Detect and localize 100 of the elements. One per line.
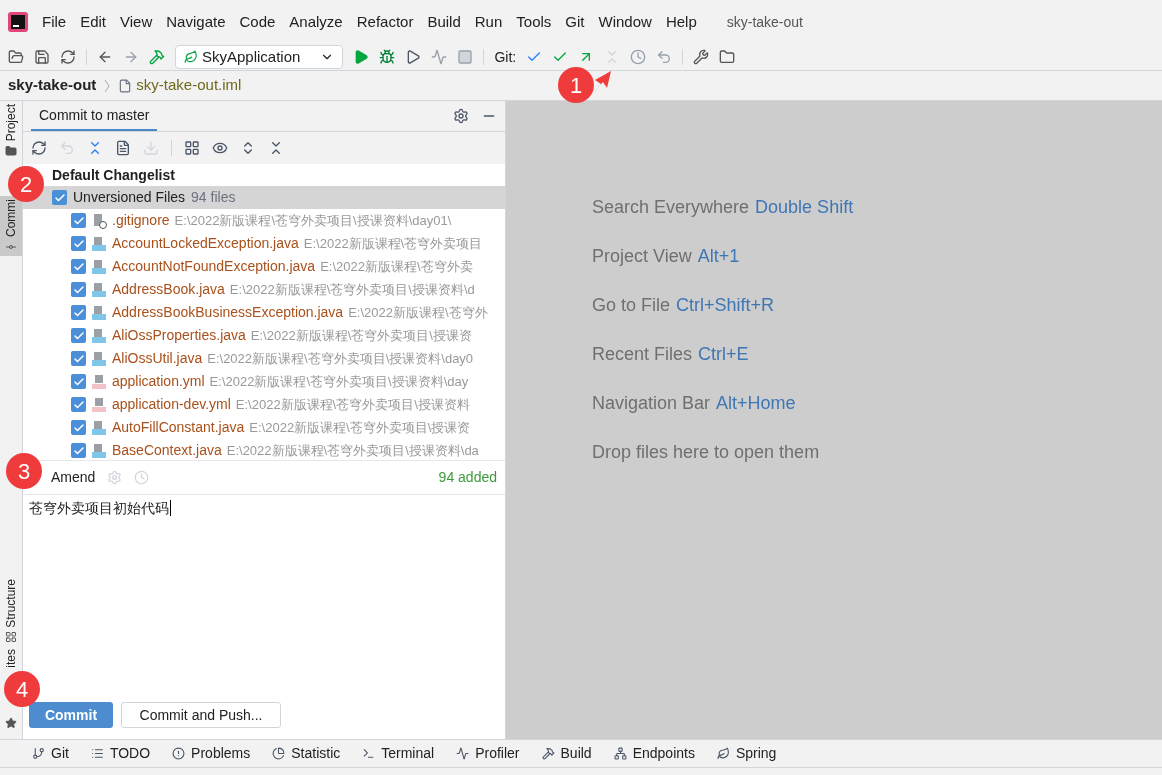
file-name[interactable]: AliOssProperties.java xyxy=(112,325,246,346)
file-name[interactable]: .gitignore xyxy=(112,210,170,231)
file-name[interactable]: AliOssUtil.java xyxy=(112,348,203,369)
menu-item[interactable]: Run xyxy=(474,10,503,34)
save-icon[interactable] xyxy=(34,49,50,65)
checkbox[interactable] xyxy=(71,420,86,435)
tool-tab[interactable]: Terminal xyxy=(381,743,435,764)
menu-item[interactable]: Navigate xyxy=(166,10,226,34)
menu-item[interactable]: File xyxy=(42,10,67,34)
file-icon xyxy=(118,78,133,93)
stop-icon[interactable] xyxy=(457,49,474,65)
amend-label[interactable]: Amend xyxy=(51,467,96,488)
file-name[interactable]: application.yml xyxy=(112,371,205,392)
file-name[interactable]: AccountLockedException.java xyxy=(112,233,299,254)
side-tab[interactable]: Project xyxy=(0,101,22,161)
tool-tab[interactable]: TODO xyxy=(109,743,151,764)
rollback-icon[interactable] xyxy=(656,49,673,65)
checkbox[interactable] xyxy=(71,397,86,412)
hammer-icon[interactable] xyxy=(149,49,165,65)
file-name[interactable]: AddressBookBusinessException.java xyxy=(112,302,344,323)
run-icon[interactable] xyxy=(353,49,370,65)
file-path: E:\2022新版课程\苍穹外卖项目\授课资料\day xyxy=(209,372,469,391)
group-icon[interactable] xyxy=(184,140,200,156)
commit-button[interactable]: Commit xyxy=(29,702,113,728)
group-label[interactable]: Unversioned Files xyxy=(73,187,186,208)
yaml-file-icon xyxy=(91,373,107,390)
shortcut-text: Ctrl+Shift+R xyxy=(676,294,775,317)
java-file-icon xyxy=(91,281,107,298)
file-path: E:\2022新版课程\苍穹外卖项目\授课资料 xyxy=(235,395,470,414)
menu-item[interactable]: Edit xyxy=(80,10,107,34)
forward-icon[interactable] xyxy=(123,49,139,65)
checkbox[interactable] xyxy=(71,236,86,251)
menu-item[interactable]: Analyze xyxy=(289,10,343,34)
network-icon xyxy=(613,747,627,760)
breadcrumb-item[interactable]: sky-take-out xyxy=(8,74,97,97)
shortcut-text: Ctrl+E xyxy=(698,343,749,366)
checkbox[interactable] xyxy=(52,190,67,205)
breadcrumb-separator-icon xyxy=(104,78,111,93)
menu-item[interactable]: Help xyxy=(665,10,697,34)
menu-item[interactable]: Window xyxy=(598,10,652,34)
checkbox[interactable] xyxy=(71,328,86,343)
menu-item[interactable]: View xyxy=(120,10,153,34)
project-structure-icon[interactable] xyxy=(719,49,736,65)
alert-icon xyxy=(172,747,186,760)
open-icon[interactable] xyxy=(8,49,24,65)
coverage-icon[interactable] xyxy=(405,49,422,65)
tool-tab[interactable]: Profiler xyxy=(475,743,520,764)
history-icon[interactable] xyxy=(630,49,647,65)
changelist-icon[interactable] xyxy=(115,140,131,156)
checkbox[interactable] xyxy=(71,259,86,274)
java-file-icon xyxy=(91,235,107,252)
added-count: 94 added xyxy=(438,468,497,487)
menu-item[interactable]: Build xyxy=(427,10,461,34)
side-tab[interactable]: Structure xyxy=(0,575,22,647)
menu-item[interactable]: Code xyxy=(239,10,276,34)
wrench-icon[interactable] xyxy=(693,49,710,65)
list-icon xyxy=(90,747,104,760)
debug-icon[interactable] xyxy=(379,49,396,65)
leaf-icon xyxy=(184,50,198,64)
checkbox[interactable] xyxy=(71,213,86,228)
java-file-icon xyxy=(91,327,107,344)
leaf-icon xyxy=(716,747,730,760)
sync-icon[interactable] xyxy=(60,49,76,65)
settings-icon[interactable] xyxy=(453,108,469,124)
tool-tab[interactable]: Endpoints xyxy=(632,743,695,764)
file-name[interactable]: BaseContext.java xyxy=(112,440,222,460)
menu-item[interactable]: Git xyxy=(565,10,585,34)
window-title: sky-take-out xyxy=(726,12,803,32)
commit-and-push-button[interactable]: Commit and Push... xyxy=(121,702,281,728)
terminal-icon xyxy=(362,747,376,760)
breadcrumb-item[interactable]: sky-take-out.iml xyxy=(136,74,242,97)
tool-tab[interactable]: Problems xyxy=(191,743,251,764)
side-tab[interactable]: Commi xyxy=(0,196,22,257)
tool-tab[interactable]: Statistic xyxy=(291,743,341,764)
profile-icon[interactable] xyxy=(431,49,448,65)
tool-tab[interactable]: Git xyxy=(51,743,69,764)
menu-item[interactable]: Tools xyxy=(516,10,552,34)
refresh-icon[interactable] xyxy=(31,140,47,156)
back-icon[interactable] xyxy=(97,49,113,65)
side-tab[interactable]: ites xyxy=(0,646,22,671)
checkbox[interactable] xyxy=(71,374,86,389)
ignored-file-icon xyxy=(91,212,107,229)
file-name[interactable]: application-dev.yml xyxy=(112,394,231,415)
tool-tab[interactable]: Spring xyxy=(735,743,777,764)
run-config-dropdown[interactable]: SkyApplication xyxy=(175,45,344,69)
view-icon[interactable] xyxy=(212,140,228,156)
checkbox[interactable] xyxy=(71,282,86,297)
pie-icon xyxy=(272,747,286,760)
tool-tab[interactable]: Build xyxy=(560,743,592,764)
yaml-file-icon xyxy=(91,396,107,413)
checkbox[interactable] xyxy=(71,305,86,320)
file-path: E:\2022新版课程\苍穹外卖项目\授课资 xyxy=(249,418,471,437)
file-name[interactable]: AddressBook.java xyxy=(112,279,225,300)
checkbox[interactable] xyxy=(71,443,86,458)
file-name[interactable]: AccountNotFoundException.java xyxy=(112,256,316,277)
checkbox[interactable] xyxy=(71,351,86,366)
hint-text: Go to File xyxy=(592,294,671,317)
file-name[interactable]: AutoFillConstant.java xyxy=(112,417,245,438)
menu-item[interactable]: Refactor xyxy=(356,10,414,34)
java-file-icon xyxy=(91,258,107,275)
